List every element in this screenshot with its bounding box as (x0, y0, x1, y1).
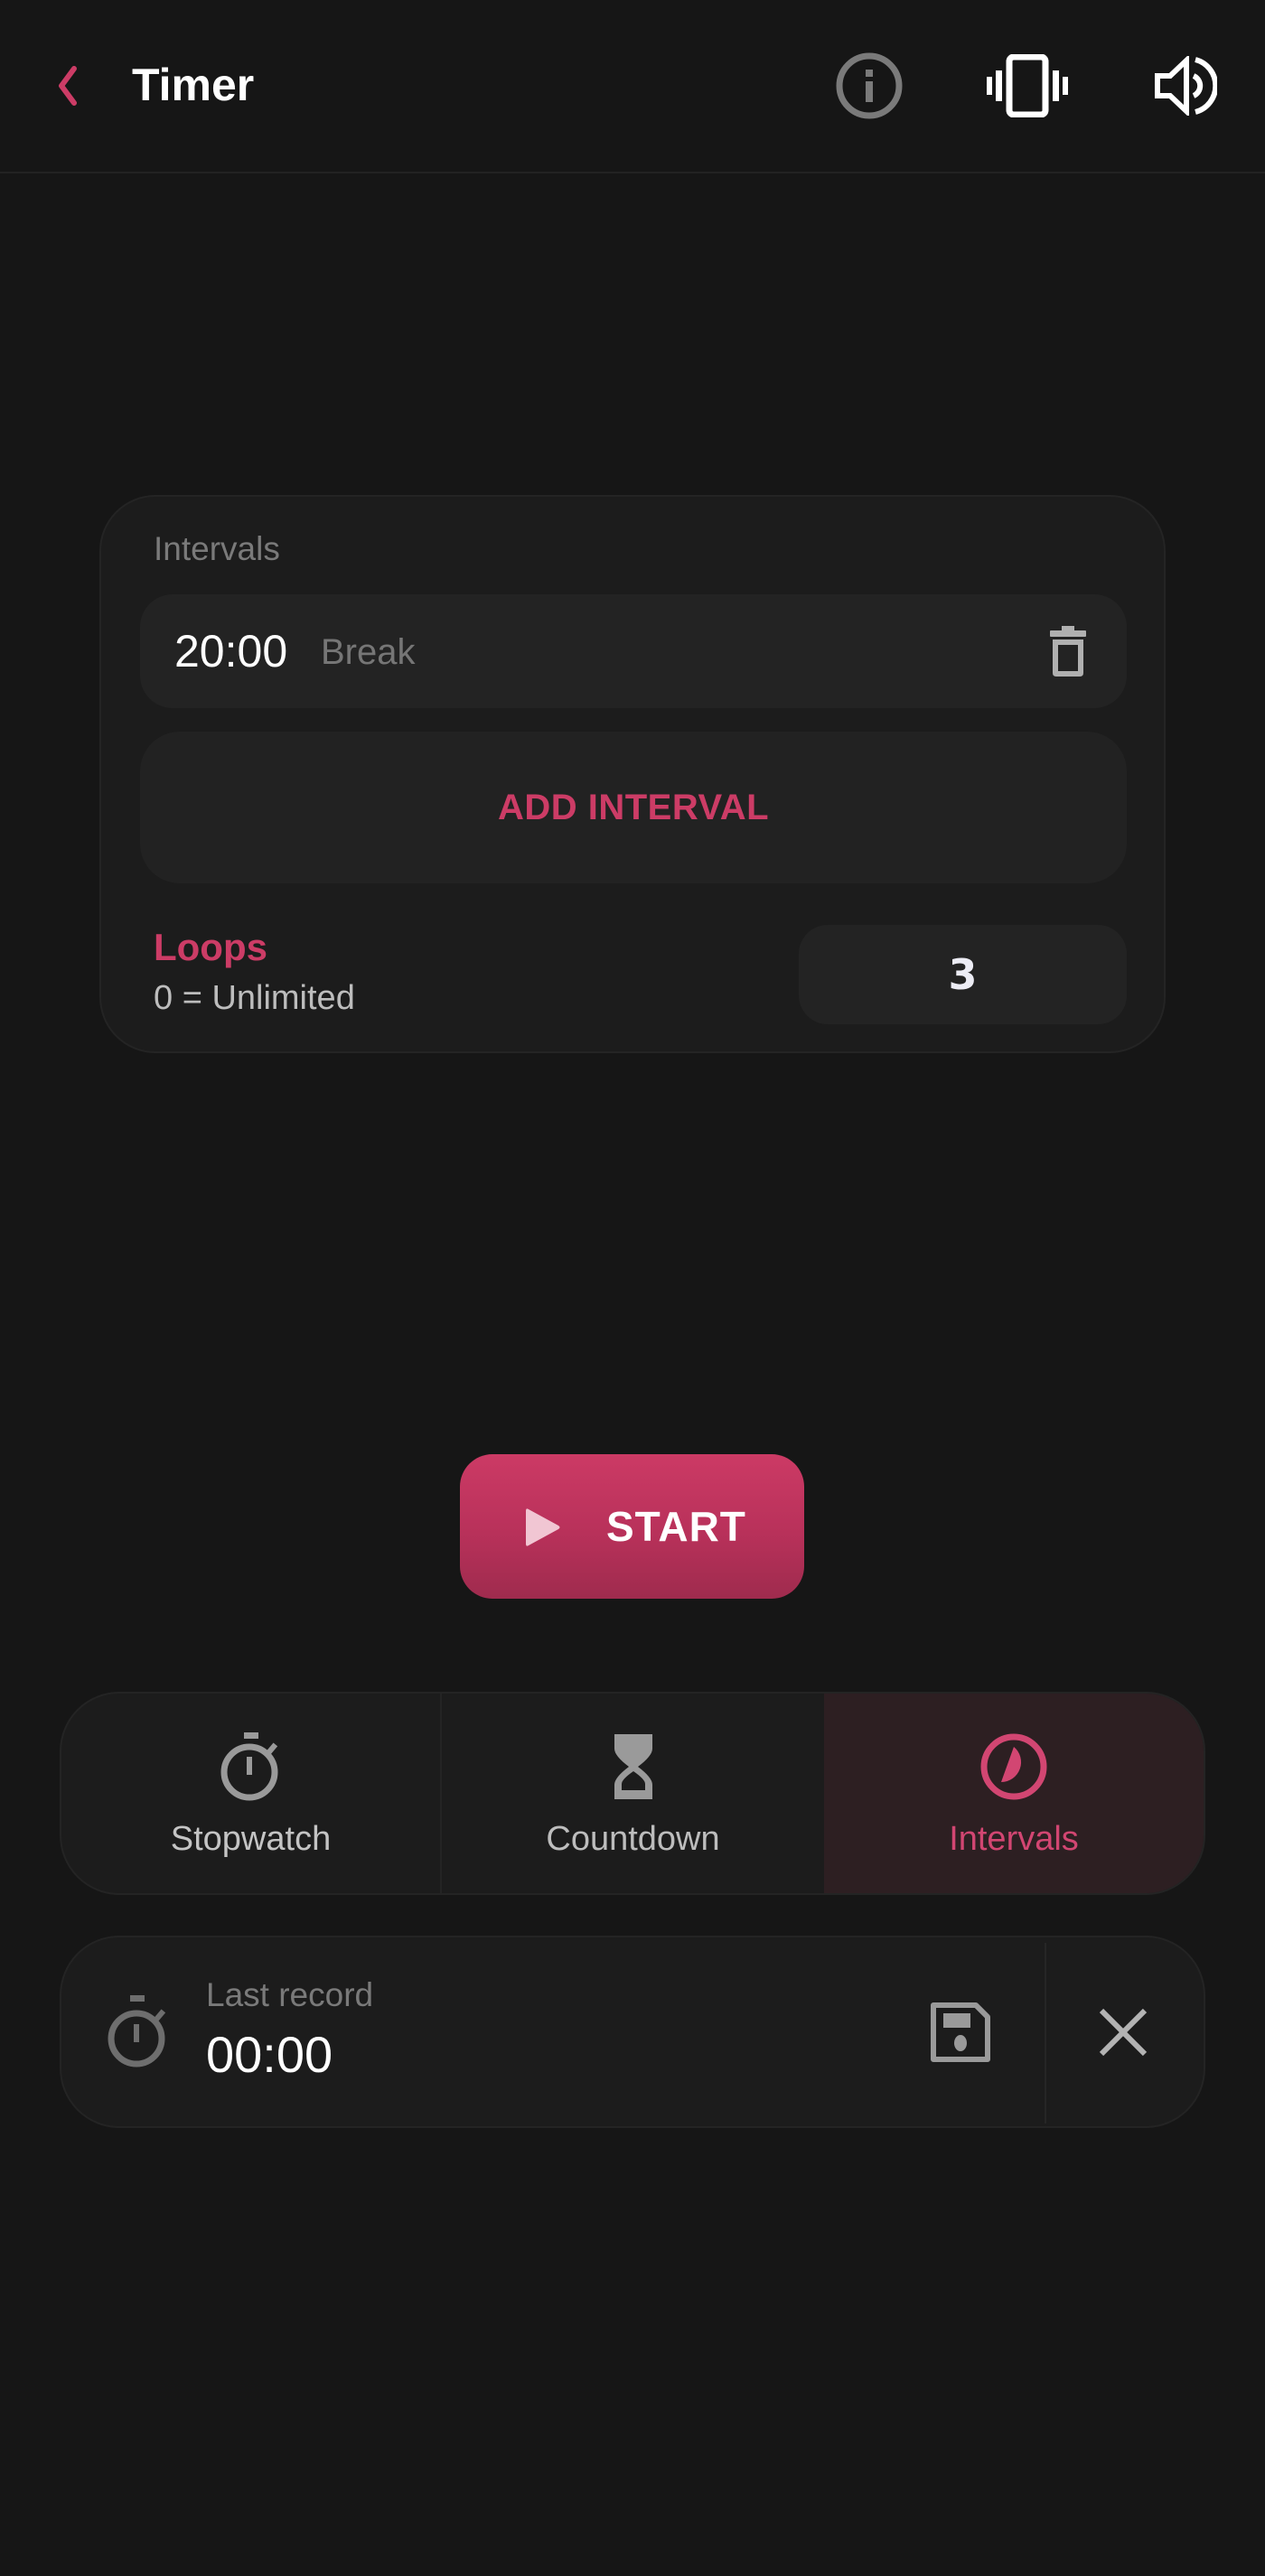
last-record-label: Last record (206, 1976, 374, 2013)
hourglass-icon (614, 1734, 652, 1799)
start-button[interactable]: START (460, 1454, 804, 1599)
tab-stopwatch[interactable]: Stopwatch (61, 1694, 442, 1893)
volume-icon (1155, 56, 1217, 116)
stopwatch-icon (220, 1732, 277, 1801)
back-button[interactable] (45, 54, 90, 117)
stopwatch-icon (108, 1995, 166, 2067)
last-record-value: 00:00 (206, 2026, 333, 2083)
page-title: Timer (132, 60, 255, 110)
start-label: START (606, 1503, 746, 1550)
sound-button[interactable] (1145, 45, 1226, 126)
tab-label: Intervals (949, 1820, 1079, 1858)
vibration-button[interactable] (987, 45, 1068, 126)
intervals-clock-icon (980, 1733, 1047, 1800)
interval-time: 20:00 (174, 626, 288, 677)
tab-intervals[interactable]: Intervals (824, 1694, 1204, 1893)
save-icon (931, 2002, 990, 2062)
interval-name: Break (321, 632, 416, 672)
info-icon (836, 52, 903, 119)
save-record-button[interactable] (920, 1992, 1001, 2073)
play-icon (526, 1508, 560, 1546)
tab-countdown[interactable]: Countdown (442, 1694, 824, 1893)
loops-hint: 0 = Unlimited (154, 979, 355, 1017)
chevron-left-icon (59, 66, 77, 106)
dismiss-record-button[interactable] (1082, 1992, 1164, 2073)
record-divider (1045, 1943, 1046, 2123)
trash-icon (1050, 626, 1086, 677)
tab-label: Countdown (546, 1820, 720, 1858)
last-record-bar: Last record 00:00 (60, 1936, 1205, 2128)
close-icon (1099, 2008, 1148, 2057)
intervals-card: Intervals 20:00 Break ADD INTERVAL Loops… (99, 495, 1166, 1053)
delete-interval-button[interactable] (1036, 620, 1100, 683)
loops-label: Loops (154, 926, 267, 968)
loops-input[interactable] (799, 925, 1127, 1024)
vibrate-icon (987, 54, 1068, 117)
mode-tab-bar: Stopwatch Countdown Intervals (60, 1692, 1205, 1895)
add-interval-button[interactable]: ADD INTERVAL (140, 732, 1127, 883)
intervals-card-label: Intervals (154, 530, 280, 567)
info-button[interactable] (829, 45, 910, 126)
tab-label: Stopwatch (170, 1820, 332, 1858)
interval-item[interactable]: 20:00 Break (140, 594, 1127, 708)
app-header: Timer (0, 0, 1265, 173)
